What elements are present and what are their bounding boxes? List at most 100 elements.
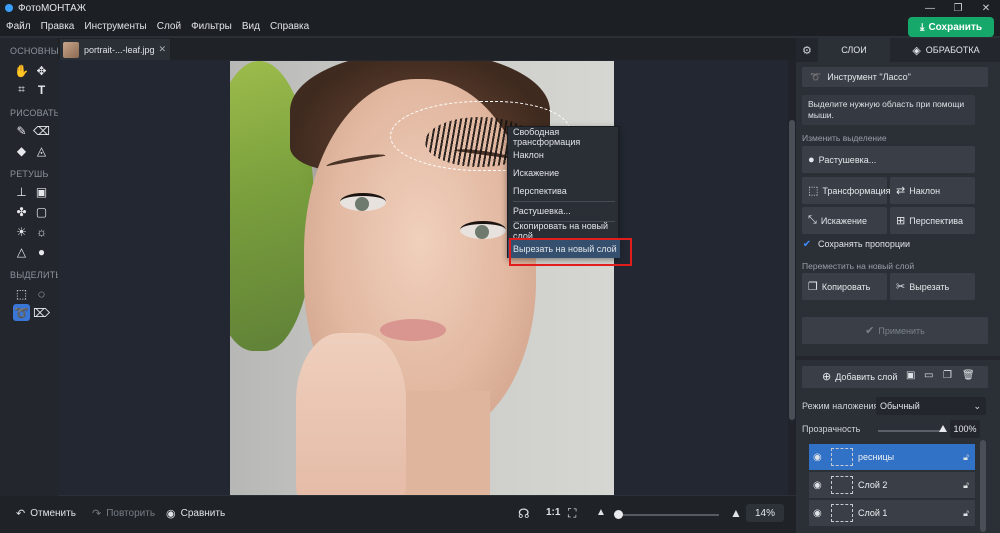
add-image-icon[interactable]: ▣ [906, 370, 915, 381]
lock-icon[interactable]: 🔓︎ [963, 452, 969, 463]
blend-mode-value: Обычный [880, 401, 920, 411]
eye-left-image [340, 193, 386, 211]
distort-button[interactable]: ⤡ Искажение [802, 207, 887, 234]
layer-row[interactable]: ◉ Слой 1 🔓︎ [809, 500, 975, 526]
compare-button[interactable]: ◉ Сравнить [166, 507, 225, 520]
copy-button[interactable]: ❐ Копировать [802, 273, 887, 300]
zoom-slider-handle[interactable] [614, 510, 623, 519]
lock-icon[interactable]: 🔓︎ [963, 508, 969, 519]
tab-processing[interactable]: ◈ ОБРАБОТКА [892, 38, 1000, 62]
section-select: ВЫДЕЛИТЬ [10, 270, 62, 280]
lasso-icon[interactable]: ➰ [13, 304, 30, 321]
lock-icon[interactable]: 🔓︎ [963, 480, 969, 491]
menu-tools[interactable]: Инструменты [84, 21, 146, 32]
keep-proportions-checkbox[interactable]: ✔ Сохранять пропорции [802, 238, 910, 250]
ctx-free-transform[interactable]: Свободная трансформация [508, 127, 620, 147]
fill-icon[interactable]: ◆ [13, 142, 30, 159]
opacity-label: Прозрачность [802, 424, 861, 434]
rect-select-icon[interactable]: ⬚ [13, 285, 30, 302]
transform-icon: ⬚ [808, 185, 819, 197]
layer-name: ресницы [858, 452, 895, 462]
perspective-button[interactable]: ⊞ Перспектива [890, 207, 975, 234]
ctx-distort[interactable]: Искажение [508, 164, 620, 182]
blend-mode-select[interactable]: Обычный ⌄ [876, 397, 986, 415]
dodge-icon[interactable]: ☀ [13, 223, 30, 240]
folder-icon[interactable]: ▭ [924, 370, 933, 381]
sliders-icon[interactable]: ⚙ [802, 44, 812, 57]
fit-screen-icon[interactable]: ⛶ [568, 506, 576, 521]
ctx-tilt[interactable]: Наклон [508, 146, 620, 164]
document-name: portrait-...-leaf.jpg [84, 44, 155, 55]
ctx-perspective[interactable]: Перспектива [508, 182, 620, 200]
canvas-area[interactable] [58, 60, 788, 495]
actual-size-button[interactable]: 1:1 [546, 507, 560, 518]
add-layer-button[interactable]: ⊕ Добавить слой [822, 370, 897, 383]
move-icon[interactable]: ✥ [33, 62, 50, 79]
canvas-scrollbar[interactable] [788, 60, 796, 495]
undo-button[interactable]: ↶ Отменить [16, 507, 76, 520]
document-tab[interactable]: portrait-...-leaf.jpg ✕ [60, 39, 170, 60]
shapes-icon[interactable]: ◬ [33, 142, 50, 159]
panel-tabs: ⚙ СЛОИ ◈ ОБРАБОТКА [796, 38, 1000, 62]
cut-button[interactable]: ✂ Вырезать [890, 273, 975, 300]
hint-text: Выделите нужную область при помощи мыши. [802, 95, 975, 125]
text-icon[interactable]: T [33, 81, 50, 98]
perspective-label: Перспектива [909, 215, 963, 226]
patch-icon[interactable]: ▣ [33, 183, 50, 200]
menu-edit[interactable]: Правка [41, 21, 75, 32]
checkmark-icon: ✔ [802, 238, 812, 250]
layer-row[interactable]: ◉ Слой 2 🔓︎ [809, 472, 975, 498]
redo-button[interactable]: ↷ Повторить [92, 507, 155, 520]
ellipse-select-icon[interactable]: ◌ [33, 285, 50, 302]
visibility-eye-icon[interactable]: ◉ [813, 480, 822, 491]
opacity-slider[interactable] [878, 430, 942, 432]
visibility-eye-icon[interactable]: ◉ [813, 452, 822, 463]
tool-title: Инструмент "Лассо" [827, 72, 911, 82]
crop-icon[interactable]: ⌗ [13, 81, 30, 98]
apply-button[interactable]: ✔ Применить [802, 317, 988, 344]
tilt-button[interactable]: ⇄ Наклон [890, 177, 975, 204]
zoom-out-icon[interactable]: ▲ [596, 507, 606, 518]
menu-filters[interactable]: Фильтры [191, 21, 232, 32]
close-tab-icon[interactable]: ✕ [158, 44, 166, 55]
opacity-input[interactable]: 100% [950, 420, 980, 438]
layer-name: Слой 2 [858, 480, 888, 490]
sharpen-icon[interactable]: △ [13, 243, 30, 260]
maximize-icon[interactable]: ❐ [944, 0, 972, 16]
menu-file[interactable]: Файл [6, 21, 31, 32]
duplicate-icon[interactable]: ❐ [943, 370, 952, 381]
transform-button[interactable]: ⬚ Трансформация [802, 177, 891, 204]
layer-row[interactable]: ◉ ресницы 🔓︎ [809, 444, 975, 470]
eraser-icon[interactable]: ⌫ [33, 122, 50, 139]
stamp-icon[interactable]: ⊥ [13, 183, 30, 200]
blur-icon[interactable]: ● [33, 243, 50, 260]
healing-icon[interactable]: ✤ [13, 203, 30, 220]
feather-icon: ● [808, 153, 815, 166]
zoom-slider[interactable] [615, 514, 719, 516]
zoom-in-icon[interactable]: ▲ [730, 506, 742, 520]
menu-layer[interactable]: Слой [157, 21, 181, 32]
ctx-feather[interactable]: Растушевка... [508, 202, 620, 220]
layers-scrollbar[interactable] [980, 440, 986, 532]
zoom-input[interactable]: 14% [746, 504, 784, 522]
opacity-slider-handle[interactable] [939, 425, 947, 432]
menu-view[interactable]: Вид [242, 21, 260, 32]
menu-help[interactable]: Справка [270, 21, 309, 32]
auto-enhance-icon[interactable]: ☊ [518, 506, 530, 522]
right-panel: ⚙ СЛОИ ◈ ОБРАБОТКА ➰ Инструмент "Лассо" … [796, 38, 1000, 533]
close-icon[interactable]: ✕ [972, 0, 1000, 16]
hand-icon[interactable]: ✋ [13, 62, 30, 79]
copy-label: Копировать [821, 281, 871, 292]
tab-layers[interactable]: СЛОИ [818, 38, 890, 62]
brush-icon[interactable]: ✎ [13, 122, 30, 139]
visibility-eye-icon[interactable]: ◉ [813, 508, 822, 519]
trash-icon[interactable]: 🗑 [962, 370, 975, 381]
feather-button[interactable]: ● Растушевка... [802, 146, 975, 173]
burn-icon[interactable]: ☼ [33, 223, 50, 240]
polygon-lasso-icon[interactable]: ⌦ [33, 304, 50, 321]
minimize-icon[interactable]: — [916, 0, 944, 16]
canvas-scrollbar-thumb[interactable] [789, 120, 795, 420]
save-button[interactable]: ⤓ Сохранить [908, 17, 994, 37]
section-basic: ОСНОВНЫЕ [10, 46, 66, 56]
frame-icon[interactable]: ▢ [33, 203, 50, 220]
